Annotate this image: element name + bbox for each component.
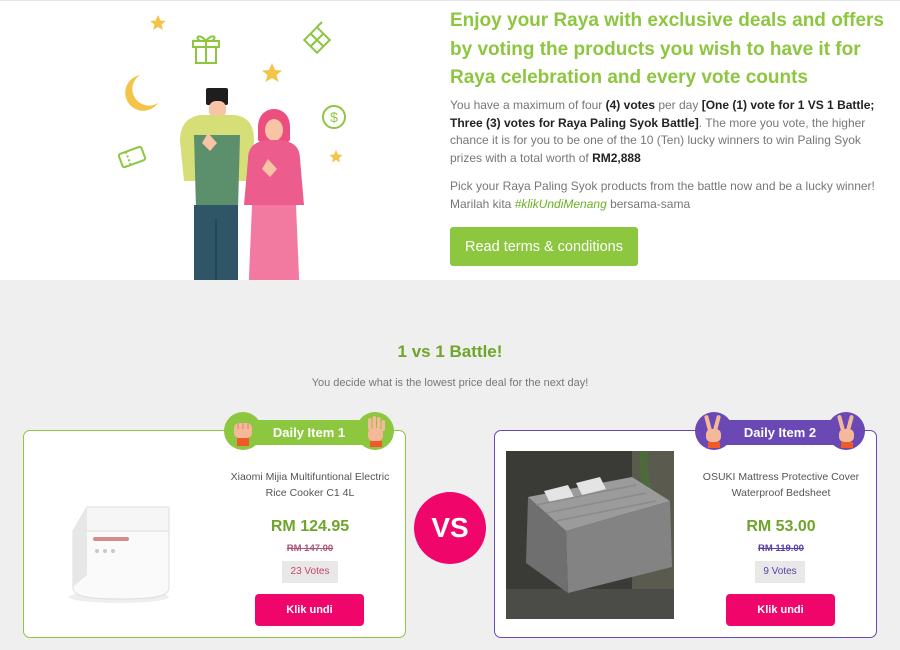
mattress-cover-image [506, 451, 674, 619]
moon-icon [125, 75, 158, 111]
ketupat-icon [302, 21, 332, 55]
product-name: Xiaomi Mijia Multifuntional Electric Ric… [230, 471, 390, 499]
ticket-icon [117, 145, 147, 169]
product-card-item-1: Xiaomi Mijia Multifuntional Electric Ric… [23, 430, 406, 638]
read-terms-button[interactable]: Read terms & conditions [450, 227, 638, 266]
vote-count: 23 Votes [282, 561, 338, 583]
battle-title: 1 vs 1 Battle! [397, 342, 503, 361]
product-old-price: RM 119.00 [758, 543, 804, 554]
star-icon [329, 150, 343, 163]
promo-section: $ Enjoy your Raya with exclusive deals a… [0, 0, 900, 312]
daily-item-2-badge: Daily Item 2 [694, 409, 866, 453]
call-to-action-text: Pick your Raya Paling Syok products from… [450, 179, 875, 211]
product-name: OSUKI Mattress Protective Cover Waterpro… [702, 471, 860, 499]
badge-label: Daily Item 1 [272, 425, 346, 440]
badge-label: Daily Item 2 [743, 425, 817, 440]
svg-text:$: $ [330, 109, 338, 125]
gift-icon [192, 35, 220, 64]
vote-button-item-2[interactable]: Klik undi [726, 594, 835, 626]
voting-rules-text: You have a maximum of four (4) votes per… [450, 98, 875, 165]
star-icon [262, 63, 282, 82]
star-icon [150, 15, 166, 30]
promo-headline: Enjoy your Raya with exclusive deals and… [450, 10, 884, 88]
man-figure [180, 88, 254, 307]
vote-button-item-1[interactable]: Klik undi [255, 594, 364, 626]
money-icon: $ [322, 105, 346, 129]
rice-cooker-image [35, 451, 203, 619]
daily-item-1-badge: Daily Item 1 [223, 409, 395, 453]
product-price: RM 53.00 [746, 518, 816, 535]
hashtag-text: #klikUndiMenang [514, 196, 607, 211]
product-old-price: RM 147.00 [286, 543, 334, 554]
product-card-item-2: OSUKI Mattress Protective Cover Waterpro… [494, 430, 877, 638]
vs-badge: VS [414, 492, 486, 564]
product-price: RM 124.95 [270, 518, 350, 535]
vote-count: 9 Votes [755, 561, 805, 583]
raya-couple-illustration: $ [117, 15, 346, 312]
battle-subtitle: You decide what is the lowest price deal… [311, 377, 589, 389]
